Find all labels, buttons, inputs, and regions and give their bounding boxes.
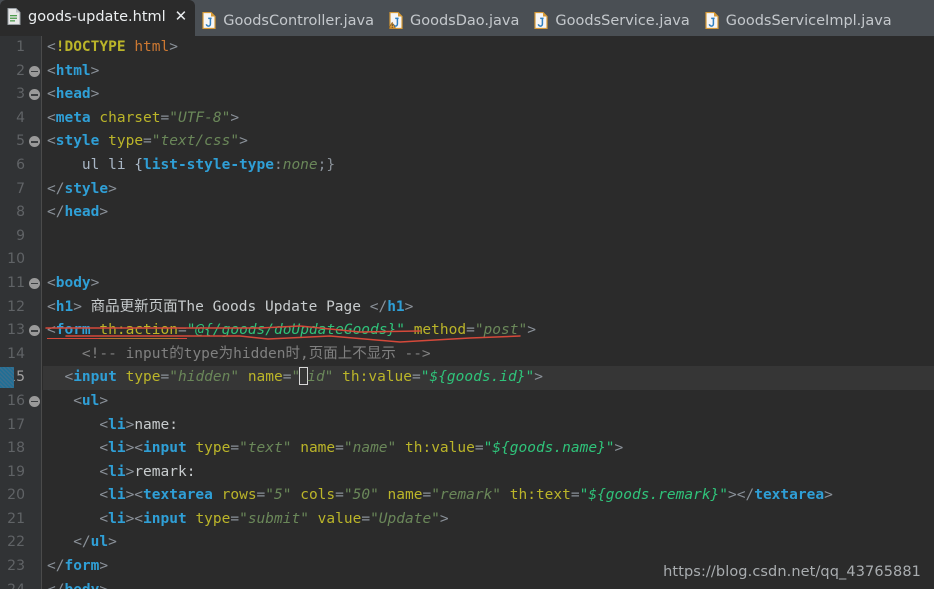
code-line-17[interactable]: <li>name: [43,414,934,438]
line-number: 2 [16,62,25,79]
code-line-22[interactable]: </ul> [43,531,934,555]
html-file-icon [7,8,21,25]
code-line-3[interactable]: <head> [43,83,934,107]
tab-goods-service-java[interactable]: GoodsService.java [527,5,697,36]
gutter-line: 22 [0,531,41,555]
gutter-line: 21 [0,508,41,532]
line-number: 7 [16,180,25,197]
fold-collapse-icon[interactable] [29,395,40,407]
fold-collapse-icon[interactable] [29,89,40,101]
java-file-icon [534,11,548,30]
line-number: 20 [7,487,25,504]
code-line-13[interactable]: <form th:action="@{/goods/doUpdateGoods}… [43,319,934,343]
java-file-icon [705,11,719,30]
line-number: 14 [7,345,25,362]
watermark-text: https://blog.csdn.net/qq_43765881 [663,564,921,580]
code-text-area[interactable]: <!DOCTYPE html> <html> <head> <meta char… [43,36,934,589]
code-line-10[interactable] [43,248,934,272]
gutter-line: 18 [0,437,41,461]
gutter-line: 8 [0,201,41,225]
gutter-line: 17 [0,414,41,438]
tab-goods-update-html[interactable]: goods-update.html ✕ [0,0,196,36]
gutter-line: 10 [0,248,41,272]
gutter-line: 3 [0,83,41,107]
code-line-12[interactable]: <h1> 商品更新页面The Goods Update Page </h1> [43,296,934,320]
line-number: 9 [16,227,25,244]
close-icon[interactable]: ✕ [175,9,188,24]
code-line-19[interactable]: <li>remark: [43,461,934,485]
fold-collapse-icon[interactable] [29,325,40,337]
line-number: 13 [7,322,25,339]
line-number: 3 [16,86,25,103]
editor-tab-bar: goods-update.html ✕ GoodsController.java [0,0,934,36]
gutter-line: 9 [0,225,41,249]
line-number: 23 [7,558,25,575]
gutter-line: 7 [0,178,41,202]
code-line-7[interactable]: </style> [43,178,934,202]
code-editor[interactable]: 1 2 3 4 5 6 7 8 9 10 11 12 13 14 15 16 1… [0,36,934,589]
line-number: 6 [16,156,25,173]
tab-label: GoodsServiceImpl.java [725,12,892,29]
fold-collapse-icon[interactable] [29,277,40,289]
code-line-14[interactable]: <!-- input的type为hidden时,页面上不显示 --> [43,343,934,367]
code-line-4[interactable]: <meta charset="UTF-8"> [43,107,934,131]
code-line-2[interactable]: <html> [43,60,934,84]
gutter-line: 19 [0,461,41,485]
gutter-line: 1 [0,36,41,60]
code-line-21[interactable]: <li><input type="submit" value="Update"> [43,508,934,532]
gutter-line: 4 [0,107,41,131]
tab-goods-dao-java[interactable]: GoodsDao.java [382,5,527,36]
code-line-9[interactable] [43,225,934,249]
tab-label: GoodsService.java [555,12,690,29]
code-line-11[interactable]: <body> [43,272,934,296]
line-number: 18 [7,440,25,457]
code-line-20[interactable]: <li><textarea rows="5" cols="50" name="r… [43,484,934,508]
line-number: 19 [7,463,25,480]
tab-label: GoodsDao.java [409,12,520,29]
java-file-warning-icon [388,11,403,30]
code-line-24[interactable]: </body> [43,579,934,589]
fold-collapse-icon[interactable] [29,136,40,148]
line-number: 24 [7,582,25,589]
gutter-line: 5 [0,130,41,154]
gutter-line: 14 [0,343,41,367]
gutter-line: 12 [0,296,41,320]
line-number: 22 [7,534,25,551]
gutter-line-current: 15 [0,366,41,390]
line-number: 11 [7,274,25,291]
changed-lines-marker[interactable] [0,367,14,389]
tab-goods-controller-java[interactable]: GoodsController.java [195,5,382,36]
code-line-18[interactable]: <li><input type="text" name="name" th:va… [43,437,934,461]
line-number-gutter[interactable]: 1 2 3 4 5 6 7 8 9 10 11 12 13 14 15 16 1… [0,36,42,589]
java-file-icon [202,11,216,30]
gutter-line: 11 [0,272,41,296]
line-number: 12 [7,298,25,315]
code-line-6[interactable]: ul li {list-style-type:none;} [43,154,934,178]
gutter-line: 16 [0,390,41,414]
gutter-line: 23 [0,555,41,579]
tab-label: goods-update.html [28,8,166,25]
gutter-line: 2 [0,60,41,84]
gutter-line: 24 [0,579,41,589]
line-number: 10 [7,251,25,268]
code-line-15[interactable]: <input type="hidden" name=" id" th:value=… [43,366,934,390]
gutter-line: 13 [0,319,41,343]
line-number: 5 [16,133,25,150]
line-number: 8 [16,204,25,221]
line-number: 1 [16,39,25,55]
tab-label: GoodsController.java [223,12,374,29]
line-number: 21 [7,510,25,527]
line-number: 16 [7,392,25,409]
gutter-line: 20 [0,484,41,508]
line-number: 4 [16,109,25,126]
line-number: 17 [7,416,25,433]
code-line-16[interactable]: <ul> [43,390,934,414]
code-line-1[interactable]: <!DOCTYPE html> [43,36,934,60]
gutter-line: 6 [0,154,41,178]
tab-goods-service-impl-java[interactable]: GoodsServiceImpl.java [698,5,900,36]
code-line-8[interactable]: </head> [43,201,934,225]
code-line-5[interactable]: <style type="text/css"> [43,130,934,154]
fold-collapse-icon[interactable] [29,65,40,77]
